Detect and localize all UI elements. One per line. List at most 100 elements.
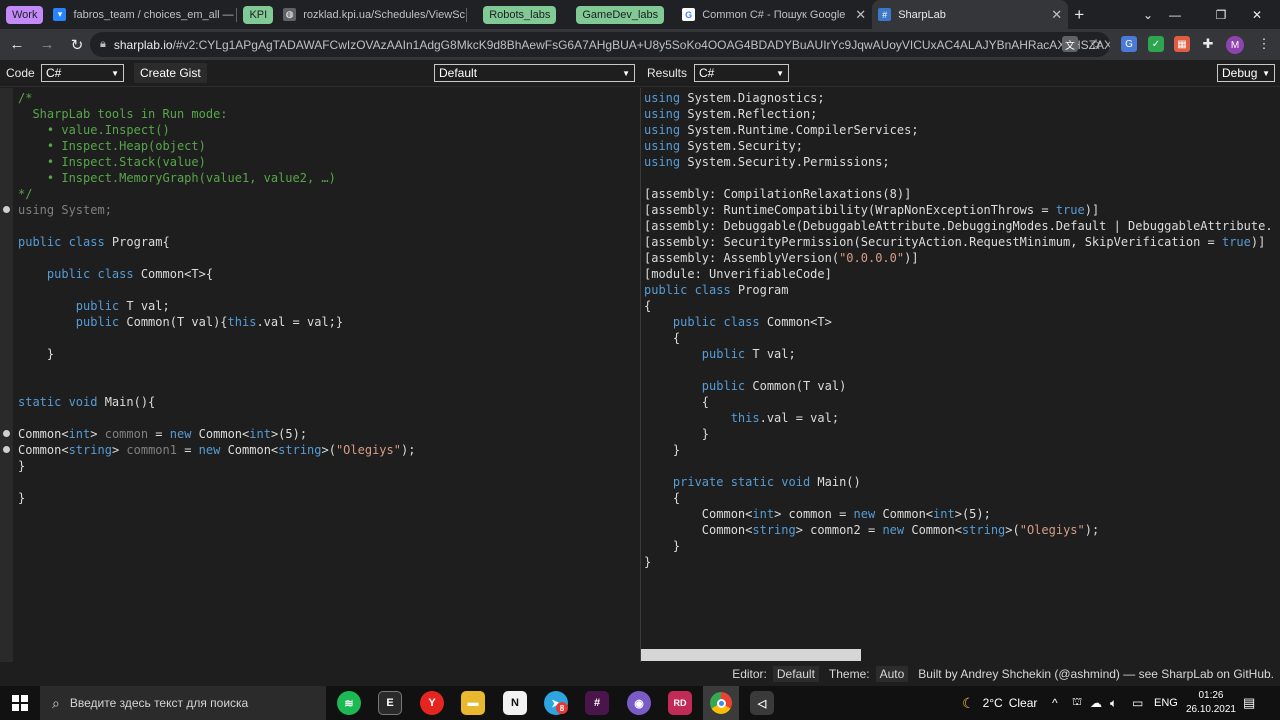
volume-icon[interactable]: 🔈︎ — [1110, 686, 1117, 720]
code-line: } — [18, 346, 415, 362]
code-line: Common<int> common = new Common<int>(5); — [18, 426, 415, 442]
url-input[interactable]: 🔒︎ sharplab.io/#v2:CYLg1APgAgTADAWAFCwIz… — [90, 32, 1110, 57]
code-token: common1 — [126, 443, 177, 457]
code-line: SharpLab tools in Run mode: — [18, 106, 415, 122]
profile-avatar[interactable]: M — [1226, 36, 1244, 54]
tab-separator — [466, 8, 468, 22]
battery-icon[interactable]: ▭ — [1132, 686, 1143, 720]
adblock-shield-icon[interactable]: ✓ — [1148, 36, 1164, 52]
theme-select[interactable]: Auto — [875, 666, 909, 682]
calendar-extension-icon[interactable]: ▦ — [1174, 36, 1190, 52]
breakpoint-marker[interactable] — [3, 206, 10, 213]
code-language-select[interactable]: C# ▼ — [41, 64, 124, 82]
github-desktop-icon[interactable]: ◉ — [627, 691, 651, 715]
weather-widget[interactable]: ☾ 2°C Clear — [962, 686, 1037, 720]
tab-close-icon[interactable]: ✕ — [849, 7, 866, 23]
code-line: } — [644, 554, 1273, 570]
results-language-select[interactable]: C# ▼ — [694, 64, 789, 82]
code-token: System.Security; — [680, 139, 803, 153]
code-token: public — [701, 379, 746, 393]
credits-link[interactable]: Built by Andrey Shchekin (@ashmind) — se… — [918, 667, 1274, 681]
browser-menu-icon[interactable]: ⋮ — [1256, 36, 1272, 52]
breakpoint-marker[interactable] — [3, 430, 10, 437]
tab-fabros[interactable]: ▾ fabros_team / choices_em_all — ... ✕ — [47, 0, 238, 29]
file-explorer-icon[interactable]: ▬ — [461, 691, 485, 715]
tab-group-kpi[interactable]: KPI — [243, 5, 274, 24]
code-token: T val; — [119, 299, 170, 313]
build-mode-select[interactable]: Debug ▼ — [1217, 64, 1275, 82]
new-tab-button[interactable]: + — [1068, 0, 1094, 29]
translate-icon[interactable]: 文 — [1062, 36, 1078, 52]
code-token: true — [1055, 203, 1085, 217]
extensions-puzzle-icon[interactable]: ✚ — [1200, 36, 1216, 52]
code-token: using — [644, 91, 681, 105]
notion-icon[interactable]: N — [503, 691, 527, 715]
tab-rozklad[interactable]: ◍ rozklad.kpi.ua/Schedules/ViewSc... ✕ — [277, 0, 468, 29]
minimize-button[interactable]: — — [1152, 0, 1198, 29]
reload-icon[interactable]: ↻ — [64, 32, 90, 58]
back-icon[interactable]: ← — [4, 32, 30, 58]
windows-start-icon[interactable] — [0, 686, 40, 720]
weather-text: Clear — [1008, 696, 1038, 710]
code-token: "Olegiys" — [335, 443, 401, 457]
code-token: using — [18, 203, 55, 217]
chrome-icon[interactable] — [703, 686, 739, 720]
tab-sharplab[interactable]: # SharpLab ✕ — [872, 0, 1069, 29]
cloud-icon[interactable]: ☁ — [1090, 686, 1102, 720]
tab-google-search[interactable]: G Common C# - Пошук Google ✕ — [676, 0, 872, 29]
code-token: Main() — [810, 475, 861, 489]
taskbar-search-input[interactable]: ⌕ Введите здесь текст для поиска — [40, 686, 326, 720]
tab-group-robots[interactable]: Robots_labs — [483, 5, 557, 24]
tab-close-icon[interactable]: ✕ — [1045, 7, 1062, 23]
code-label: Code — [6, 66, 35, 80]
clock-date: 26.10.2021 — [1185, 704, 1236, 715]
code-line: [assembly: RuntimeCompatibility(WrapNonE… — [644, 202, 1273, 218]
rider-icon[interactable]: RD — [668, 691, 692, 715]
yandex-browser-icon[interactable]: Y — [420, 691, 444, 715]
code-token: Program — [730, 283, 789, 297]
input-language[interactable]: ENG — [1154, 686, 1178, 720]
tab-label: fabros_team / choices_em_all — ... — [73, 8, 238, 21]
results-horizontal-scrollbar[interactable] — [641, 649, 861, 661]
tray-chevron-icon[interactable]: ^ — [1052, 686, 1058, 720]
editor-mode-select[interactable]: Default — [772, 666, 819, 682]
search-placeholder: Введите здесь текст для поиска — [69, 696, 249, 710]
build-mode-value: Debug — [1222, 66, 1258, 80]
code-token: = — [148, 427, 170, 441]
code-token: public — [75, 315, 120, 329]
code-line: private static void Main() — [644, 474, 1273, 490]
source-code[interactable]: /* SharpLab tools in Run mode: • value.I… — [18, 90, 415, 506]
tab-group-work[interactable]: Work — [6, 5, 44, 24]
tab-group-gamedev[interactable]: GameDev_labs — [576, 5, 665, 24]
notifications-icon[interactable]: ▤ — [1243, 686, 1255, 720]
theme-label: Theme: — [828, 667, 870, 681]
close-window-button[interactable]: ✕ — [1234, 0, 1280, 29]
results-editor[interactable]: using System.Diagnostics; using System.Re… — [641, 88, 1280, 662]
network-icon[interactable]: ⛫ — [1072, 686, 1082, 720]
code-token: [assembly: Debuggable(DebuggableAttribut… — [644, 219, 1273, 233]
epic-games-icon[interactable]: E — [378, 691, 402, 715]
create-gist-button[interactable]: Create Gist — [134, 63, 207, 83]
code-token: int — [752, 507, 775, 521]
code-token: Common<T>{ — [133, 267, 214, 281]
slack-icon[interactable]: # — [585, 691, 609, 715]
url-path: /#v2:CYLg1APgAgTADAWAFCwIzOVAzAAIn1AdgG8… — [172, 37, 1110, 52]
editor-gutter — [0, 88, 13, 662]
spotify-icon[interactable]: ≋ — [337, 691, 361, 715]
telegram-badge: 8 — [556, 702, 568, 714]
translate-extension-icon[interactable]: G — [1121, 36, 1137, 52]
branch-select[interactable]: Default ▼ — [434, 64, 635, 82]
visual-studio-icon[interactable]: ◁ — [750, 691, 774, 715]
bookmark-star-icon[interactable]: ☆ — [1088, 36, 1104, 52]
breakpoint-marker[interactable] — [3, 446, 10, 453]
code-editor[interactable]: /* SharpLab tools in Run mode: • value.I… — [0, 88, 640, 662]
system-clock[interactable]: 01:26 26.10.2021 — [1186, 689, 1236, 717]
forward-icon[interactable]: → — [34, 32, 60, 58]
code-line: using System.Security.Permissions; — [644, 154, 1273, 170]
code-token: using — [644, 139, 681, 153]
